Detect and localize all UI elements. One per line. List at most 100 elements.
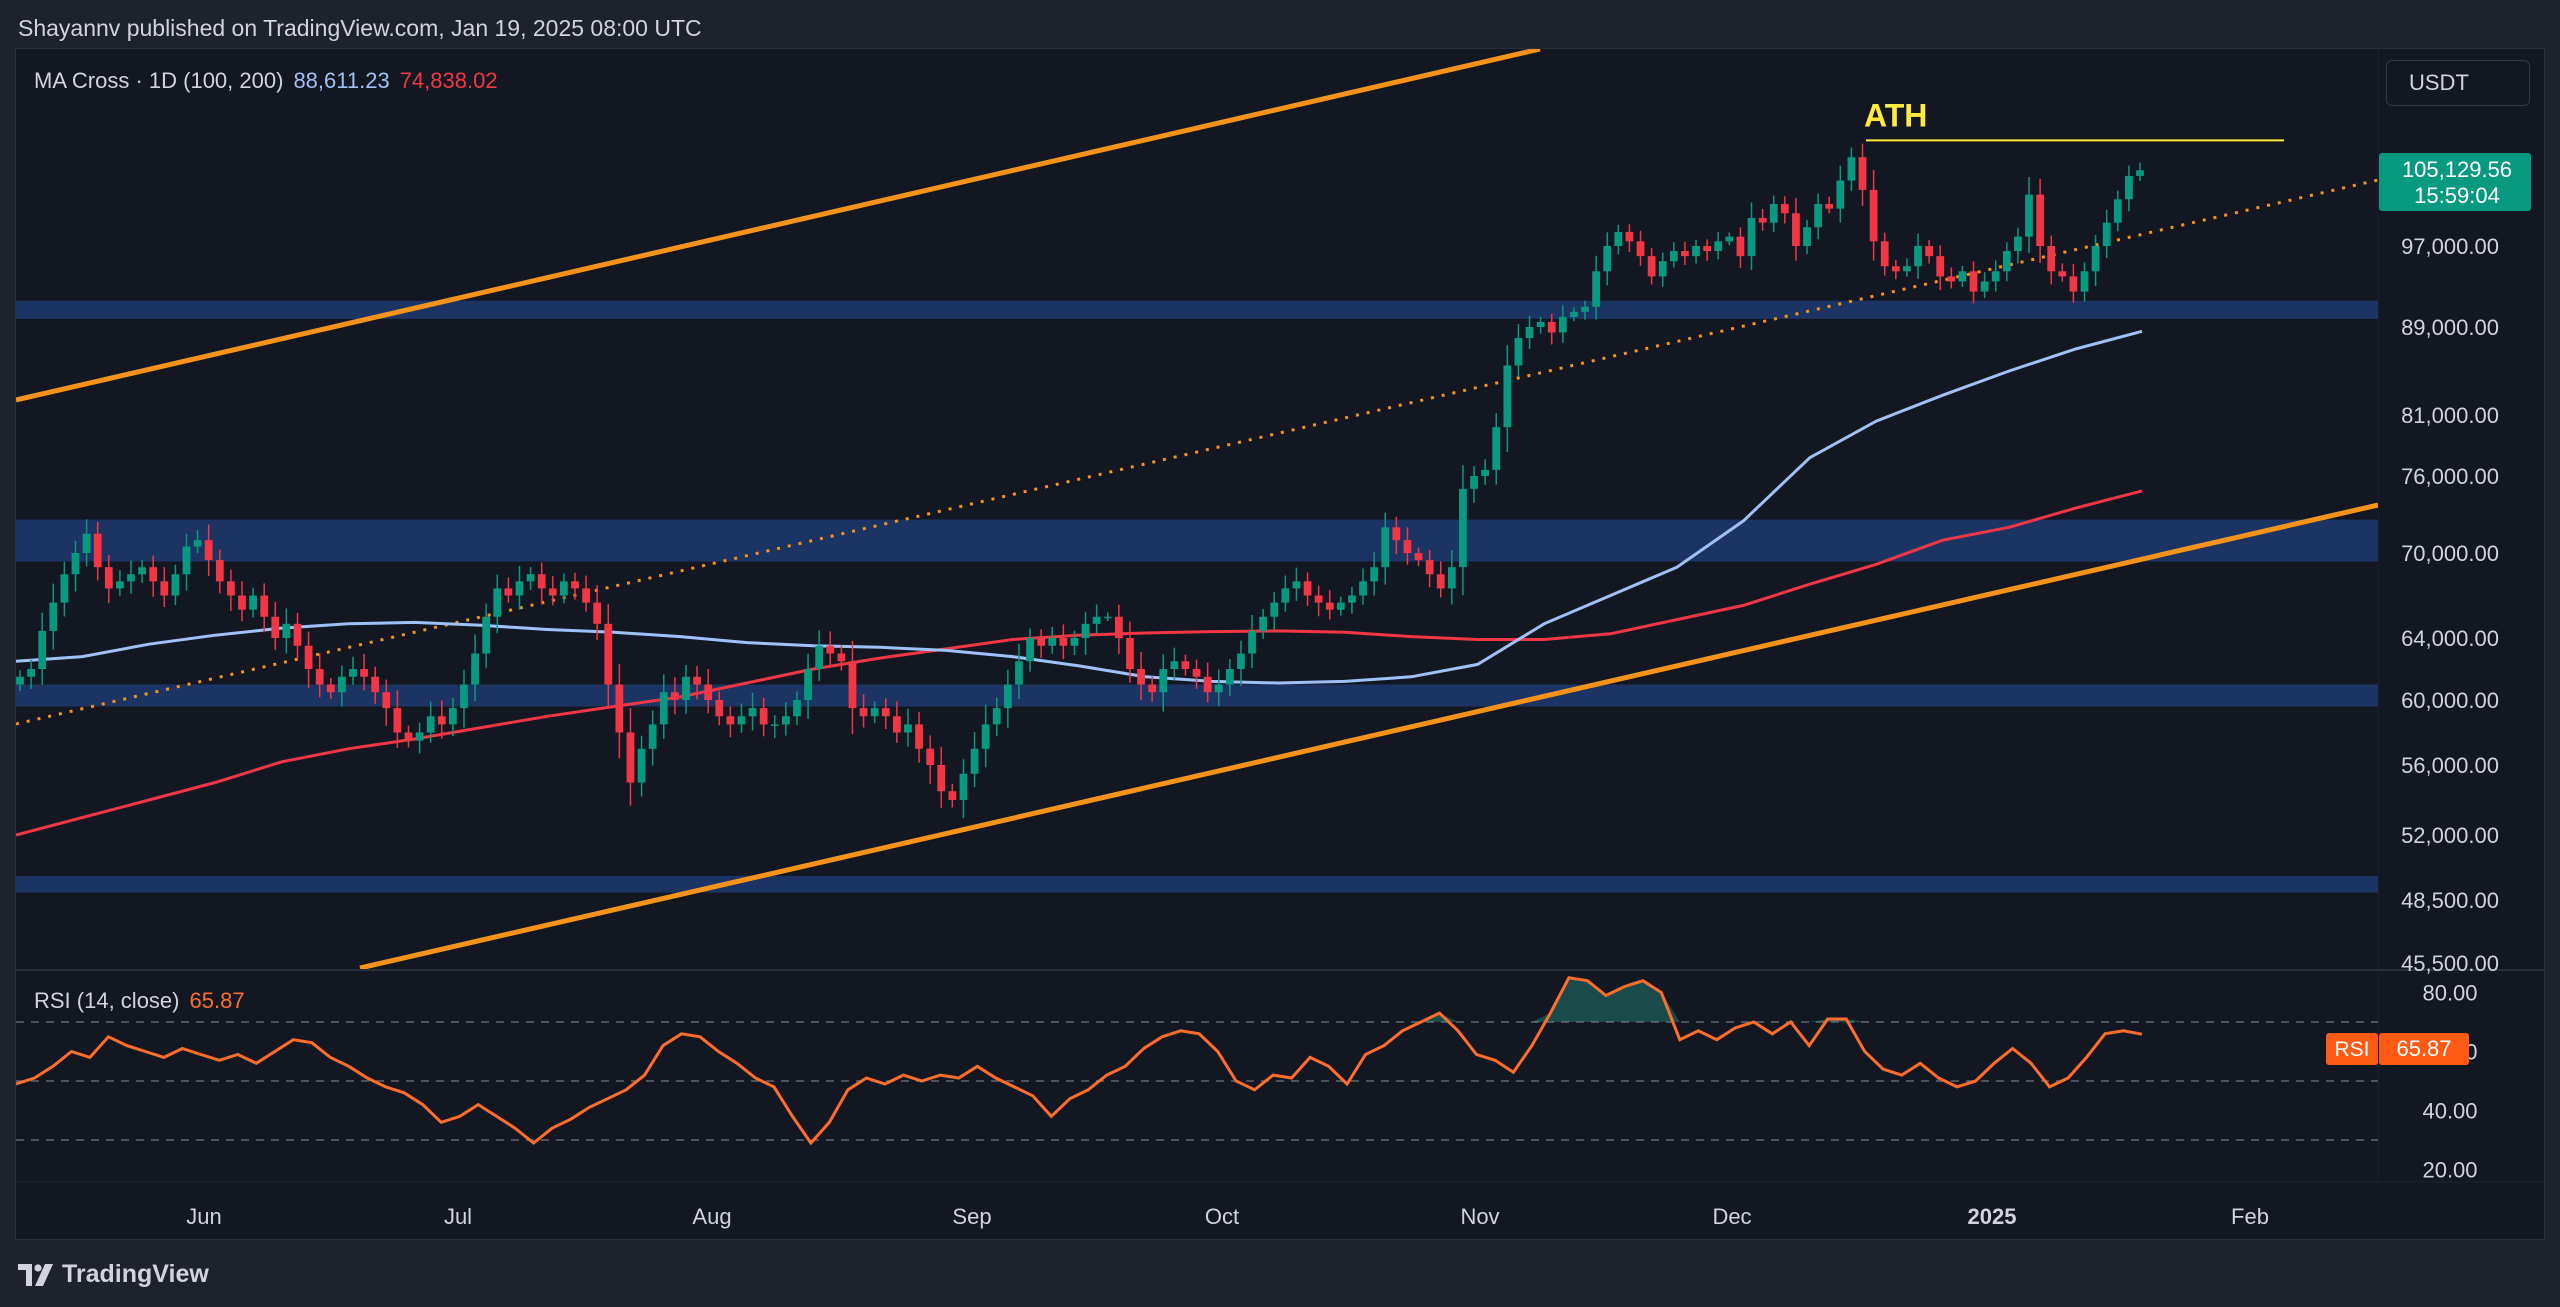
candle-body	[1636, 241, 1645, 257]
candle-body	[1581, 306, 1589, 312]
candle-body	[460, 684, 468, 709]
price-tick-label: 89,000.00	[2401, 315, 2499, 340]
candle-body	[2069, 276, 2078, 292]
zone-1[interactable]	[16, 519, 2378, 562]
candle-body	[1492, 427, 1501, 470]
candle-body	[1237, 653, 1245, 669]
candle-body	[1825, 203, 1834, 209]
main-legend[interactable]: MA Cross · 1D (100, 200) 88,611.23 74,838.…	[34, 68, 498, 94]
candle-body	[249, 595, 257, 610]
candle-body	[881, 708, 890, 717]
price-axis[interactable]: 97,000.00 89,000.00 81,000.00 76,000.00 70,0…	[2401, 234, 2499, 976]
candle-body	[437, 716, 446, 725]
candle-body	[1914, 246, 1922, 267]
candle-body	[1137, 669, 1145, 685]
candle-body	[415, 732, 424, 741]
price-tick-label: 45,500.00	[2401, 951, 2499, 976]
candle-body	[926, 748, 935, 765]
time-tick-label: Sep	[952, 1204, 991, 1229]
candle-body	[559, 581, 568, 596]
candle-body	[1858, 157, 1867, 190]
candle-body	[1558, 316, 1567, 333]
channel-upper-line[interactable]	[16, 49, 1541, 403]
candle-body	[2125, 175, 2133, 200]
candle-body	[1836, 180, 1845, 209]
candle-body	[282, 623, 291, 638]
price-tick-label: 60,000.00	[2401, 688, 2499, 713]
candles	[16, 143, 2144, 819]
candle-body	[1736, 236, 1745, 257]
price-tick-label: 56,000.00	[2401, 753, 2499, 778]
candle-body	[1969, 271, 1978, 292]
candle-body	[1647, 256, 1656, 277]
candle-body	[1903, 266, 1911, 272]
candle-body	[1015, 661, 1023, 685]
candle-body	[504, 588, 513, 596]
candle-body	[704, 684, 713, 700]
countdown-timer: 15:59:04	[2414, 183, 2500, 208]
candle-body	[1048, 638, 1057, 646]
channel-midline[interactable]	[16, 178, 2378, 726]
candle-body	[260, 595, 269, 617]
candle-body	[1570, 311, 1578, 317]
candle-body	[1958, 271, 1967, 282]
ath-label: ATH	[1864, 97, 1927, 133]
candle-body	[670, 692, 679, 700]
candle-body	[360, 669, 368, 677]
candle-body	[1925, 246, 1933, 257]
candle-body	[1026, 638, 1034, 662]
footer	[0, 1240, 2560, 1307]
sr-zones	[16, 300, 2378, 893]
candle-body	[1059, 638, 1068, 646]
price-tick-label: 64,000.00	[2401, 626, 2499, 651]
candle-body	[1414, 553, 1423, 561]
candle-body	[1336, 602, 1345, 610]
zone-3[interactable]	[16, 875, 2378, 893]
candle-body	[93, 533, 102, 568]
candle-body	[1403, 540, 1412, 553]
ma200-value: 74,838.02	[399, 68, 498, 93]
rsi-legend[interactable]: RSI (14, close) 65.87	[34, 988, 245, 1014]
candle-body	[1547, 321, 1556, 333]
chart-canvas[interactable]: ATH 97,000.00 89,000.00 81,000.00 76,000.00…	[0, 0, 2560, 1307]
candle-body	[1170, 661, 1179, 669]
candle-body	[1447, 567, 1456, 589]
candle-body	[748, 708, 757, 717]
candle-body	[204, 540, 213, 561]
candle-body	[1359, 581, 1367, 596]
rsi-tick-label: 20.00	[2422, 1158, 2477, 1183]
candle-body	[1658, 261, 1667, 277]
candle-body	[2025, 194, 2033, 237]
price-tick-label: 70,000.00	[2401, 541, 2499, 566]
candle-body	[2058, 271, 2067, 277]
candle-body	[1103, 616, 1112, 619]
channel-lines[interactable]	[16, 49, 2378, 969]
candle-body	[215, 560, 224, 582]
time-tick-label: Nov	[1460, 1204, 1499, 1229]
currency-button[interactable]: USDT	[2386, 60, 2530, 106]
candle-body	[715, 700, 724, 717]
candle-body	[2102, 222, 2111, 246]
candle-body	[404, 732, 413, 741]
channel-lower-line[interactable]	[359, 502, 2378, 969]
candle-body	[238, 595, 246, 610]
candle-body	[1747, 217, 1756, 257]
candle-body	[770, 724, 779, 726]
candle-body	[1792, 213, 1800, 246]
candle-body	[1814, 203, 1822, 228]
tradingview-logo[interactable]: TradingView	[18, 1260, 209, 1289]
candle-body	[1436, 574, 1445, 589]
ath-annotation[interactable]: ATH	[1864, 97, 2284, 142]
candle-body	[1325, 602, 1334, 610]
candle-body	[848, 661, 857, 709]
candle-body	[127, 574, 135, 582]
candle-body	[1181, 661, 1190, 669]
rsi-tick-label: 40.00	[2422, 1099, 2477, 1124]
candle-body	[659, 692, 668, 725]
candle-body	[1525, 327, 1534, 338]
price-tick-label: 48,500.00	[2401, 888, 2499, 913]
time-axis[interactable]: Jun Jul Aug Sep Oct Nov Dec 2025 Feb	[186, 1204, 2269, 1229]
rsi-axis[interactable]: 80.0060.0040.0020.00	[2422, 981, 2477, 1183]
candle-body	[326, 684, 335, 693]
candle-body	[992, 708, 1001, 725]
